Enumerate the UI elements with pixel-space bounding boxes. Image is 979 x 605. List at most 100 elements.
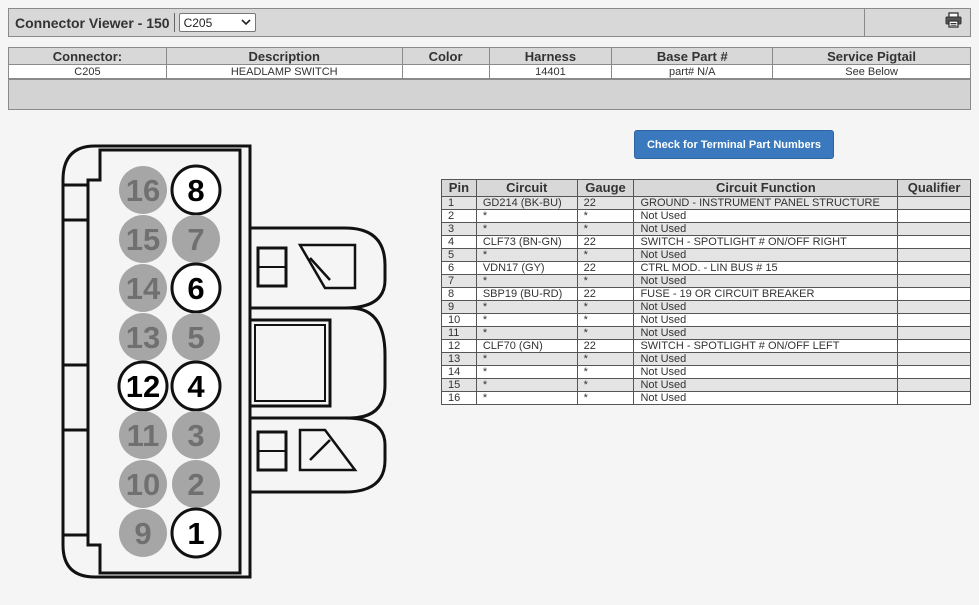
connector-inner-frame [86,148,242,575]
gauge-cell: * [576,326,635,340]
connector-pin-12[interactable]: 12 [117,360,169,412]
qualifier-cell [897,196,971,210]
pin-number-label: 10 [126,467,160,502]
left-latch-upper [61,183,88,350]
connector-pin-14[interactable]: 14 [119,264,167,312]
circuit-cell: * [475,274,578,288]
connector-outline [61,144,252,579]
gauge-cell: * [576,248,635,262]
pin-number-label: 2 [187,467,204,502]
gauge-cell: * [576,300,635,314]
table-row[interactable]: 13 * * Not Used [441,352,971,366]
pin-number-label: 8 [187,173,204,208]
pin-cell: 2 [441,209,477,223]
circuit-cell: * [475,391,578,405]
table-row[interactable]: 14 * * Not Used [441,365,971,379]
connector-pin-10[interactable]: 10 [119,460,167,508]
connector-pin-8[interactable]: 8 [170,164,222,216]
table-row[interactable]: 9 * * Not Used [441,300,971,314]
circuit-cell: CLF70 (GN) [475,339,578,353]
function-cell: CTRL MOD. - LIN BUS # 15 [633,261,899,275]
pin-cell: 14 [441,365,477,379]
qualifier-cell [897,313,971,327]
pin-cell: 13 [441,352,477,366]
pin-table-header-pin: Pin [441,179,477,197]
connector-pin-9[interactable]: 9 [119,509,167,557]
table-row[interactable]: 8 SBP19 (BU-RD) 22 FUSE - 19 OR CIRCUIT BRE… [441,287,971,301]
pin-cell: 5 [441,248,477,262]
connector-pin-6[interactable]: 6 [170,262,222,314]
pin-cell: 12 [441,339,477,353]
circuit-cell: * [475,365,578,379]
qualifier-cell [897,235,971,249]
check-terminal-part-numbers-button[interactable]: Check for Terminal Part Numbers [634,130,834,159]
connector-pin-3[interactable]: 3 [172,411,220,459]
table-row[interactable]: 11 * * Not Used [441,326,971,340]
connector-pin-4[interactable]: 4 [170,360,222,412]
info-harness: 14401 [488,64,613,79]
function-cell: Not Used [633,209,899,223]
qualifier-cell [897,365,971,379]
circuit-cell: * [475,300,578,314]
lower-latch-hook [298,428,358,472]
circuit-cell: * [475,248,578,262]
qualifier-cell [897,287,971,301]
connector-pin-15[interactable]: 15 [119,215,167,263]
function-cell: Not Used [633,313,899,327]
qualifier-cell [897,248,971,262]
function-cell: Not Used [633,274,899,288]
info-header-row: Connector: Description Color Harness Bas… [8,47,971,65]
connector-pin-5[interactable]: 5 [172,313,220,361]
pin-grid: 16 8 15 7 14 6 13 5 12 4 11 3 10 2 9 1 [117,164,222,559]
table-row[interactable]: 10 * * Not Used [441,313,971,327]
qualifier-cell [897,339,971,353]
pin-cell: 11 [441,326,477,340]
connector-pin-2[interactable]: 2 [172,460,220,508]
function-cell: GROUND - INSTRUMENT PANEL STRUCTURE [633,196,899,210]
gauge-cell: * [576,391,635,405]
circuit-cell: * [475,209,578,223]
table-row[interactable]: 12 CLF70 (GN) 22 SWITCH - SPOTLIGHT # ON/OF… [441,339,971,353]
table-row[interactable]: 1 GD214 (BK-BU) 22 GROUND - INSTRUMENT PANE… [441,196,971,210]
pin-table-header-row: Pin Circuit Gauge Circuit Function Quali… [441,179,971,197]
header-actions [864,9,970,36]
circuit-cell: VDN17 (GY) [475,261,578,275]
chevron-down-icon [241,18,251,28]
pin-number-label: 16 [126,173,160,208]
pin-number-label: 3 [187,418,204,453]
info-description: HEADLAMP SWITCH [165,64,403,79]
qualifier-cell [897,352,971,366]
table-row[interactable]: 4 CLF73 (BN-GN) 22 SWITCH - SPOTLIGHT # ON/… [441,235,971,249]
printer-icon[interactable] [945,12,962,33]
table-row[interactable]: 3 * * Not Used [441,222,971,236]
connector-pin-11[interactable]: 11 [119,411,167,459]
connector-info-table: Connector: Description Color Harness Bas… [8,47,971,79]
gauge-cell: 22 [576,261,635,275]
circuit-cell: SBP19 (BU-RD) [475,287,578,301]
info-header-description: Description [165,47,403,65]
connector-pin-1[interactable]: 1 [170,507,222,559]
function-cell: Not Used [633,378,899,392]
connector-select[interactable]: C205 [178,13,256,32]
table-row[interactable]: 2 * * Not Used [441,209,971,223]
pin-number-label: 14 [126,271,161,306]
qualifier-cell [897,222,971,236]
qualifier-cell [897,300,971,314]
pin-cell: 16 [441,391,477,405]
table-row[interactable]: 5 * * Not Used [441,248,971,262]
pin-table-header-circuit: Circuit [475,179,578,197]
lock-window [248,318,332,408]
info-header-service-pigtail: Service Pigtail [772,47,971,65]
table-row[interactable]: 16 * * Not Used [441,391,971,405]
table-row[interactable]: 15 * * Not Used [441,378,971,392]
connector-pin-13[interactable]: 13 [119,313,167,361]
table-row[interactable]: 6 VDN17 (GY) 22 CTRL MOD. - LIN BUS # 15 [441,261,971,275]
connector-pin-16[interactable]: 16 [119,166,167,214]
gauge-cell: * [576,365,635,379]
function-cell: FUSE - 19 OR CIRCUIT BREAKER [633,287,899,301]
connector-pin-7[interactable]: 7 [172,215,220,263]
connector-face-diagram: 16 8 15 7 14 6 13 5 12 4 11 3 10 2 9 1 [61,144,387,579]
qualifier-cell [897,209,971,223]
pin-cell: 6 [441,261,477,275]
table-row[interactable]: 7 * * Not Used [441,274,971,288]
